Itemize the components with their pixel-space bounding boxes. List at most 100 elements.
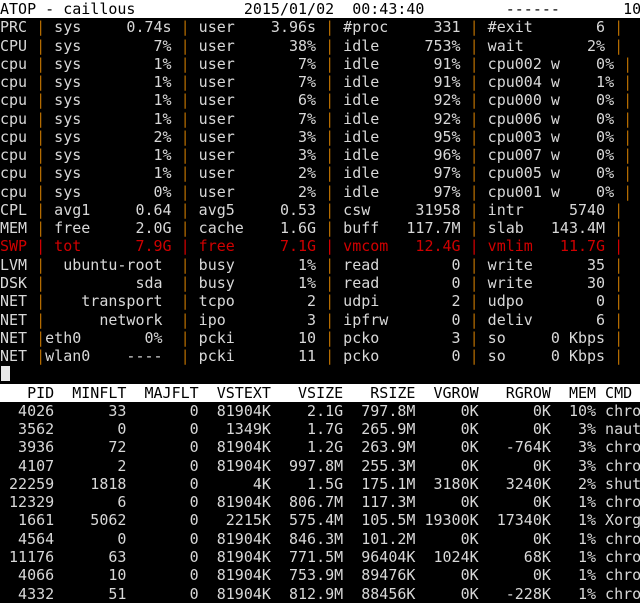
metric-value: 1% xyxy=(117,146,180,164)
column-separator: | xyxy=(614,329,623,347)
metric-name: user xyxy=(190,91,262,109)
metric-value: 7% xyxy=(262,110,325,128)
metric-value: 7.9G xyxy=(117,237,180,255)
metric-value: 0% xyxy=(560,183,623,201)
cursor-line xyxy=(0,365,640,383)
metric-name: read xyxy=(334,256,406,274)
row-label: cpu xyxy=(0,110,36,128)
column-separator: | xyxy=(470,292,479,310)
column-separator: | xyxy=(325,110,334,128)
metric-name: user xyxy=(190,128,262,146)
process-row[interactable]: 4332 51 0 81904K 812.9M 88456K 0K -228K … xyxy=(0,585,640,603)
process-table-body: 4026 33 0 81904K 2.1G 797.8M 0K 0K 10% c… xyxy=(0,402,640,603)
metric-value: 2 xyxy=(262,292,325,310)
metric-name: sys xyxy=(45,55,117,73)
metric-value: 0 xyxy=(406,347,469,365)
metric-value: 1% xyxy=(262,256,325,274)
process-row[interactable]: 4107 2 0 81904K 997.8M 255.3M 0K 0K 3% c… xyxy=(0,457,640,475)
metric-name: sys xyxy=(45,128,117,146)
process-row[interactable]: 1661 5062 0 2215K 575.4M 105.5M 19300K 1… xyxy=(0,511,640,529)
process-row[interactable]: 4026 33 0 81904K 2.1G 797.8M 0K 0K 10% c… xyxy=(0,402,640,420)
column-separator: | xyxy=(325,256,334,274)
metric-value: 7% xyxy=(262,73,325,91)
metric-value: 143.4M xyxy=(551,219,614,237)
metric-value: 0 xyxy=(406,274,469,292)
column-separator: | xyxy=(36,110,45,128)
metric-value: 7.1G xyxy=(262,237,325,255)
metric-value: 1.6G xyxy=(262,219,325,237)
metric-value: 12.4G xyxy=(406,237,469,255)
metric-name: udpi xyxy=(334,292,406,310)
process-row[interactable]: 11176 63 0 81904K 771.5M 96404K 1024K 68… xyxy=(0,548,640,566)
column-separator: | xyxy=(614,201,623,219)
system-row-swp: SWP | tot 7.9G | free 7.1G | vmcom 12.4G… xyxy=(0,237,640,255)
column-separator: | xyxy=(470,128,479,146)
device-name: transport xyxy=(45,292,180,310)
metric-value: 0.64 xyxy=(117,201,180,219)
column-separator: | xyxy=(36,164,45,182)
metric-name: idle xyxy=(334,128,406,146)
metric-value: 11.7G xyxy=(551,237,614,255)
row-label: cpu xyxy=(0,164,36,182)
row-label: SWP xyxy=(0,237,36,255)
column-separator: | xyxy=(181,55,190,73)
metric-value: 0% xyxy=(117,183,180,201)
column-separator: | xyxy=(181,110,190,128)
metric-name: tot xyxy=(45,237,117,255)
column-separator: | xyxy=(325,55,334,73)
column-separator: | xyxy=(470,18,479,36)
system-metrics-panel: PRC | sys 0.74s | user 3.96s | #proc 331… xyxy=(0,18,640,365)
column-separator: | xyxy=(36,311,45,329)
column-separator: | xyxy=(470,55,479,73)
device-name: eth0 0% xyxy=(45,329,180,347)
metric-name: cpu007 w xyxy=(479,146,560,164)
metric-value: 11 xyxy=(262,347,325,365)
metric-name: busy xyxy=(190,274,262,292)
column-separator: | xyxy=(470,201,479,219)
metric-name: pcko xyxy=(334,347,406,365)
terminal-cursor xyxy=(1,366,10,381)
metric-name: intr xyxy=(479,201,551,219)
metric-value: 2% xyxy=(262,164,325,182)
system-row-lvm: LVM | ubuntu-root | busy 1% | read 0 | w… xyxy=(0,256,640,274)
metric-name: idle xyxy=(334,37,406,55)
metric-name: cpu005 w xyxy=(479,164,560,182)
row-label: PRC xyxy=(0,18,36,36)
column-separator: | xyxy=(36,219,45,237)
metric-name: read xyxy=(334,274,406,292)
metric-value: 1% xyxy=(262,274,325,292)
column-separator: | xyxy=(325,37,334,55)
metric-name: so xyxy=(479,347,551,365)
metric-name: ipo xyxy=(190,311,262,329)
column-separator: | xyxy=(181,219,190,237)
metric-name: sys xyxy=(45,146,117,164)
column-separator: | xyxy=(181,292,190,310)
process-table-header[interactable]: PID MINFLT MAJFLT VSTEXT VSIZE RSIZE VGR… xyxy=(0,384,640,402)
system-row-cpu: CPU | sys 7% | user 38% | idle 753% | wa… xyxy=(0,37,640,55)
process-row[interactable]: 3562 0 0 1349K 1.7G 265.9M 0K 0K 3% naut… xyxy=(0,420,640,438)
metric-value: 2% xyxy=(262,183,325,201)
metric-value: 95% xyxy=(406,128,469,146)
process-row[interactable]: 22259 1818 0 4K 1.5G 175.1M 3180K 3240K … xyxy=(0,475,640,493)
column-separator: | xyxy=(36,183,45,201)
metric-name: user xyxy=(190,55,262,73)
metric-name: vmlim xyxy=(479,237,551,255)
metric-value: 5740 xyxy=(551,201,614,219)
column-separator: | xyxy=(181,183,190,201)
column-separator: | xyxy=(614,311,623,329)
row-label: cpu xyxy=(0,91,36,109)
process-row[interactable]: 4066 10 0 81904K 753.9M 89476K 0K 0K 1% … xyxy=(0,566,640,584)
row-label: cpu xyxy=(0,73,36,91)
process-row[interactable]: 3936 72 0 81904K 1.2G 263.9M 0K -764K 3%… xyxy=(0,438,640,456)
process-row[interactable]: 4564 0 0 81904K 846.3M 101.2M 0K 0K 1% c… xyxy=(0,530,640,548)
column-separator: | xyxy=(325,18,334,36)
metric-value: 0 xyxy=(406,311,469,329)
device-name: ubuntu-root xyxy=(45,256,180,274)
metric-value: 1% xyxy=(117,110,180,128)
row-label: DSK xyxy=(0,274,36,292)
device-name: wlan0 ---- xyxy=(45,347,180,365)
column-separator: | xyxy=(470,183,479,201)
column-separator: | xyxy=(623,164,632,182)
process-row[interactable]: 12329 6 0 81904K 806.7M 117.3M 0K 0K 1% … xyxy=(0,493,640,511)
system-row-cpu: cpu | sys 1% | user 6% | idle 92% | cpu0… xyxy=(0,91,640,109)
